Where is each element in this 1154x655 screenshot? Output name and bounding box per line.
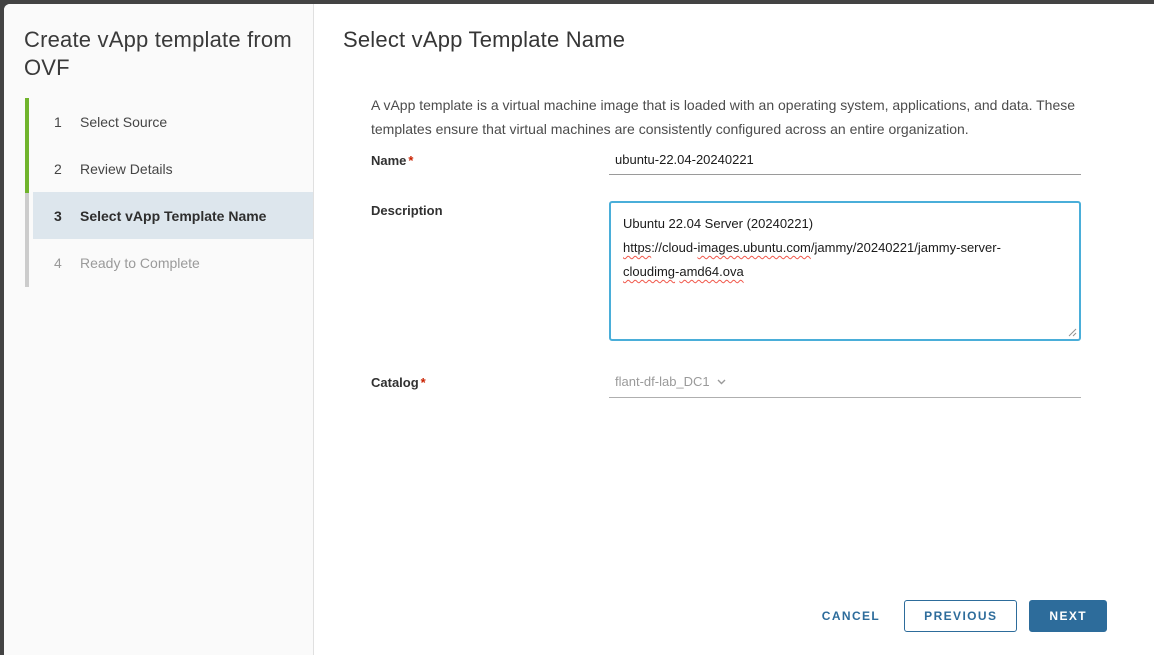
step-number: 1 bbox=[54, 114, 66, 130]
step-label: Review Details bbox=[80, 161, 173, 177]
description-field-row: Description Ubuntu 22.04 Server (2024022… bbox=[371, 201, 1154, 341]
name-field-row: Name* bbox=[371, 150, 1154, 175]
wizard-step-ready-to-complete: 4 Ready to Complete bbox=[33, 239, 313, 286]
description-input[interactable]: Ubuntu 22.04 Server (20240221)https://cl… bbox=[609, 201, 1081, 341]
step-label: Select vApp Template Name bbox=[80, 208, 266, 224]
chevron-down-icon bbox=[716, 376, 727, 387]
wizard-sidebar: Create vApp template from OVF 1 Select S… bbox=[4, 4, 314, 655]
progress-remaining-segment bbox=[25, 193, 29, 287]
previous-button[interactable]: PREVIOUS bbox=[904, 600, 1017, 632]
description-text: Ubuntu 22.04 Server (20240221)https://cl… bbox=[623, 212, 1067, 284]
wizard-steps: 1 Select Source 2 Review Details 3 Selec… bbox=[4, 98, 313, 286]
resize-handle-icon[interactable] bbox=[1067, 327, 1077, 337]
step-number: 4 bbox=[54, 255, 66, 271]
wizard-step-review-details[interactable]: 2 Review Details bbox=[33, 145, 313, 192]
step-number: 3 bbox=[54, 208, 66, 224]
description-label: Description bbox=[371, 201, 609, 218]
catalog-label: Catalog* bbox=[371, 371, 609, 390]
step-number: 2 bbox=[54, 161, 66, 177]
create-vapp-template-dialog: Create vApp template from OVF 1 Select S… bbox=[4, 4, 1154, 655]
required-asterisk: * bbox=[421, 375, 426, 390]
wizard-progress-bar bbox=[25, 98, 29, 287]
intro-text: A vApp template is a virtual machine ima… bbox=[371, 93, 1093, 141]
wizard-content: Select vApp Template Name A vApp templat… bbox=[314, 4, 1154, 655]
wizard-footer: CANCEL PREVIOUS NEXT bbox=[812, 600, 1107, 632]
dialog-title: Create vApp template from OVF bbox=[24, 26, 293, 82]
catalog-select[interactable]: flant-df-lab_DC1 bbox=[609, 371, 1081, 398]
template-name-form: Name* Description Ubuntu 22.04 Server (2… bbox=[371, 150, 1154, 398]
cancel-button[interactable]: CANCEL bbox=[812, 600, 890, 632]
wizard-step-select-source[interactable]: 1 Select Source bbox=[33, 98, 313, 145]
wizard-step-select-vapp-template-name[interactable]: 3 Select vApp Template Name bbox=[33, 192, 313, 239]
step-label: Ready to Complete bbox=[80, 255, 200, 271]
progress-done-segment bbox=[25, 98, 29, 193]
next-button[interactable]: NEXT bbox=[1029, 600, 1107, 632]
name-label: Name* bbox=[371, 150, 609, 168]
required-asterisk: * bbox=[408, 153, 413, 168]
step-label: Select Source bbox=[80, 114, 167, 130]
page-title: Select vApp Template Name bbox=[343, 26, 1154, 54]
name-input[interactable] bbox=[609, 150, 1081, 175]
catalog-selected-value: flant-df-lab_DC1 bbox=[615, 374, 710, 389]
catalog-field-row: Catalog* flant-df-lab_DC1 bbox=[371, 371, 1154, 398]
